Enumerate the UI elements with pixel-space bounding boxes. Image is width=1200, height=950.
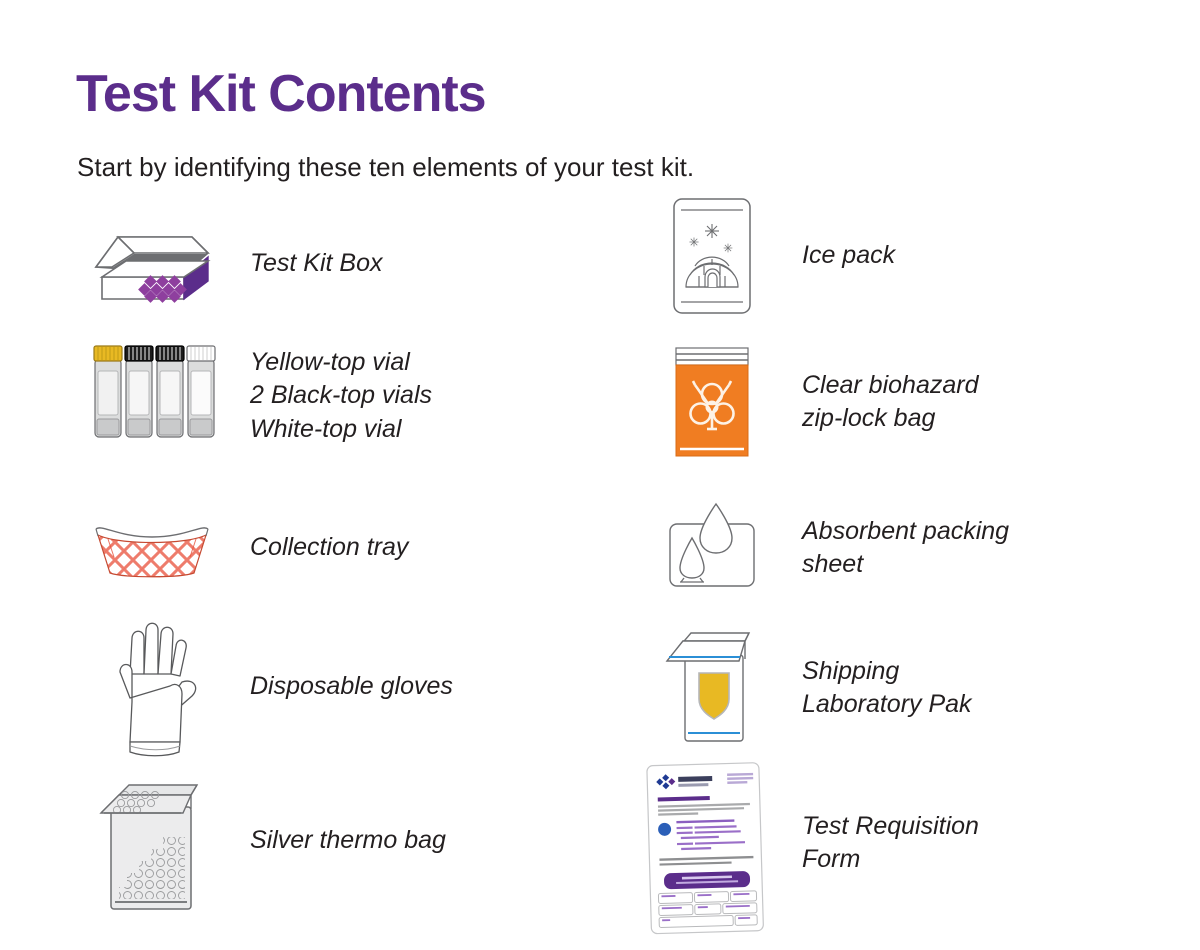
requisition-form-icon [636, 758, 788, 935]
list-item-label: Shipping Laboratory Pak [802, 656, 972, 719]
biohazard-bag-icon [636, 332, 788, 472]
list-item-biohazard-bag[interactable]: Clear biohazard zip-lock bag [636, 332, 979, 472]
box-icon [76, 204, 228, 324]
list-item-label: Ice pack [802, 241, 896, 270]
shipping-pak-icon [636, 618, 788, 758]
page-subtitle: Start by identifying these ten elements … [77, 152, 695, 182]
list-item-ice-pack[interactable]: Ice pack [636, 188, 895, 324]
list-item-disposable-gloves[interactable]: Disposable gloves [76, 612, 453, 762]
list-item-label: Test Requisition Form [802, 811, 979, 874]
vials-icon [76, 336, 228, 456]
list-item-absorbent-sheet[interactable]: Absorbent packing sheet [636, 488, 1009, 608]
list-item-label: Absorbent packing sheet [802, 516, 1010, 579]
list-item-shipping-pak[interactable]: Shipping Laboratory Pak [636, 618, 972, 758]
list-item-requisition-form[interactable]: Test Requisition Form [636, 758, 979, 935]
list-item-label: Silver thermo bag [250, 826, 446, 855]
list-item-vials[interactable]: Yellow-top vial 2 Black-top vials White-… [76, 336, 432, 456]
list-item-label: Yellow-top vial 2 Black-top vials White-… [250, 347, 433, 443]
list-item-label: Test Kit Box [250, 249, 383, 278]
thermo-bag-icon [76, 766, 228, 916]
list-item-label: Collection tray [250, 533, 409, 562]
page-title: Test Kit Contents [76, 65, 487, 123]
tray-icon [76, 488, 228, 608]
absorbent-sheet-icon [636, 488, 788, 608]
list-item-collection-tray[interactable]: Collection tray [76, 488, 408, 608]
list-item-label: Clear biohazard zip-lock bag [802, 370, 979, 433]
list-item-label: Disposable gloves [250, 672, 453, 701]
list-item-test-kit-box[interactable]: Test Kit Box [76, 204, 382, 324]
slide-page: Test Kit Contents Start by identifying t… [0, 0, 1200, 950]
ice-pack-icon [636, 188, 788, 324]
glove-icon [76, 612, 228, 762]
list-item-silver-thermo-bag[interactable]: Silver thermo bag [76, 766, 446, 916]
